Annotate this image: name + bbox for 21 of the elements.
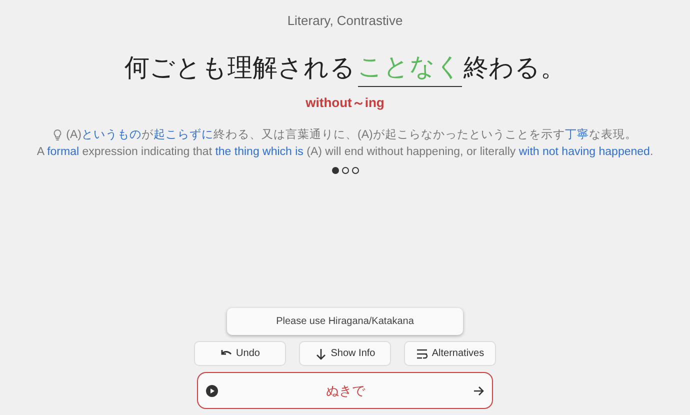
sentence-text: 終わる。 [464,52,566,84]
page-dot[interactable] [352,166,358,174]
meaning-text: without～ing [306,94,384,112]
hint-english: A formal expression indicating that the thing which is (A) will end without happening, or literally with not having happened. [36,144,654,160]
page-dot[interactable] [332,166,338,174]
info-button[interactable]: Show Info [299,341,391,366]
hint-japanese: (A)というものが起こらずに終わる、又は言葉通りに、(A)が起こらなかったということを示す丁寧な表現。 [66,127,637,142]
alternatives-button[interactable]: Alternatives [404,341,496,366]
lightbulb-icon [53,129,62,141]
play-icon[interactable] [206,384,218,396]
answer-box[interactable]: ぬきで [197,372,493,409]
arrow-right-icon[interactable] [473,386,484,396]
page-dot[interactable] [342,166,348,174]
undo-button[interactable]: Undo [194,341,286,366]
sentence-text: 何ごとも理解される [124,52,356,84]
arrow-down-icon [314,348,327,360]
answer-text: ことなく [358,48,462,87]
wrap-lines-icon [416,348,428,360]
grammar-tags: Literary, Contrastive [287,11,403,30]
notice-toast: Please use Hiragana/Katakana [227,308,463,335]
answer-field[interactable]: ぬきで [218,380,473,402]
